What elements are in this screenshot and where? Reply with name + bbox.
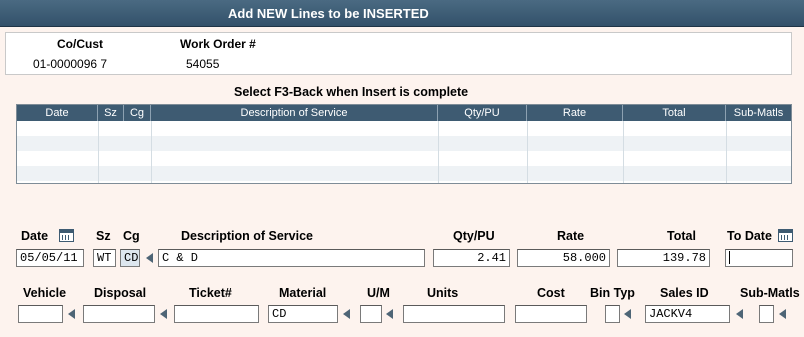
sales-id-lookup-arrow-icon[interactable] <box>736 309 743 319</box>
vehicle-lookup-arrow-icon[interactable] <box>68 309 75 319</box>
vehicle-label: Vehicle <box>23 286 67 300</box>
rate-label: Rate <box>557 229 585 243</box>
bin-type-lookup-arrow-icon[interactable] <box>624 309 631 319</box>
grid-col-description[interactable]: Description of Service <box>151 105 438 121</box>
text-cursor <box>729 251 730 264</box>
disposal-label: Disposal <box>94 286 147 300</box>
grid-divider <box>726 121 727 183</box>
cg-label: Cg <box>123 229 140 243</box>
total-field[interactable]: 139.78 <box>617 249 710 267</box>
qty-label: Qty/PU <box>453 229 495 243</box>
workorder-label: Work Order # <box>180 37 256 51</box>
cg-lookup-arrow-icon[interactable] <box>146 253 153 263</box>
cost-field[interactable] <box>515 305 587 323</box>
calendar-icon[interactable] <box>778 229 793 242</box>
vehicle-field[interactable] <box>18 305 63 323</box>
grid-divider <box>623 121 624 183</box>
um-field[interactable] <box>360 305 382 323</box>
ticket-label: Ticket# <box>189 286 232 300</box>
bin-type-field[interactable] <box>605 305 620 323</box>
disposal-field[interactable] <box>83 305 155 323</box>
grid-divider <box>98 121 99 183</box>
material-label: Material <box>279 286 327 300</box>
grid-divider <box>438 121 439 183</box>
date-field[interactable]: 05/05/11 <box>16 249 84 267</box>
table-row[interactable] <box>17 151 791 166</box>
lines-grid[interactable]: Date Sz Cg Description of Service Qty/PU… <box>16 104 792 184</box>
description-field[interactable]: C & D <box>158 249 425 267</box>
sub-matls-lookup-arrow-icon[interactable] <box>779 309 786 319</box>
workorder-value: 54055 <box>186 57 220 71</box>
material-lookup-arrow-icon[interactable] <box>343 309 350 319</box>
ticket-field[interactable] <box>174 305 259 323</box>
grid-col-submatls[interactable]: Sub-Matls <box>726 105 791 121</box>
calendar-icon[interactable] <box>59 229 74 242</box>
total-label: Total <box>667 229 696 243</box>
to-date-field[interactable] <box>725 249 793 267</box>
date-label: Date <box>21 229 49 243</box>
material-field[interactable]: CD <box>268 305 338 323</box>
window-title: Add NEW Lines to be INSERTED <box>0 0 804 27</box>
grid-col-total[interactable]: Total <box>623 105 726 121</box>
header-panel: Co/Cust Work Order # 01-0000096 7 54055 <box>5 32 792 75</box>
units-label: Units <box>427 286 459 300</box>
um-label: U/M <box>367 286 390 300</box>
cocust-value: 01-0000096 7 <box>33 57 108 71</box>
description-label: Description of Service <box>181 229 313 243</box>
to-date-label: To Date <box>727 229 772 243</box>
sz-field[interactable]: WT <box>93 249 116 267</box>
grid-col-qty[interactable]: Qty/PU <box>438 105 527 121</box>
table-row[interactable] <box>17 166 791 181</box>
sub-matls-field[interactable] <box>759 305 774 323</box>
grid-col-sz[interactable]: Sz <box>98 105 124 121</box>
instruction-text: Select F3-Back when Insert is complete <box>234 85 469 99</box>
sales-id-field[interactable]: JACKV4 <box>645 305 730 323</box>
sub-matls-label: Sub-Matls <box>740 286 800 300</box>
grid-header: Date Sz Cg Description of Service Qty/PU… <box>17 105 791 121</box>
grid-divider <box>527 121 528 183</box>
table-row[interactable] <box>17 136 791 151</box>
sales-id-label: Sales ID <box>660 286 709 300</box>
grid-divider <box>151 121 152 183</box>
units-field[interactable] <box>403 305 505 323</box>
grid-col-cg[interactable]: Cg <box>124 105 151 121</box>
sz-label: Sz <box>96 229 111 243</box>
bin-type-label: Bin Typ <box>590 286 635 300</box>
cost-label: Cost <box>537 286 565 300</box>
cocust-label: Co/Cust <box>57 37 103 51</box>
grid-col-date[interactable]: Date <box>17 105 98 121</box>
um-lookup-arrow-icon[interactable] <box>386 309 393 319</box>
table-row[interactable] <box>17 121 791 136</box>
disposal-lookup-arrow-icon[interactable] <box>160 309 167 319</box>
qty-field[interactable]: 2.41 <box>433 249 510 267</box>
rate-field[interactable]: 58.000 <box>517 249 610 267</box>
grid-col-rate[interactable]: Rate <box>527 105 623 121</box>
cg-field[interactable]: CD <box>120 249 140 267</box>
